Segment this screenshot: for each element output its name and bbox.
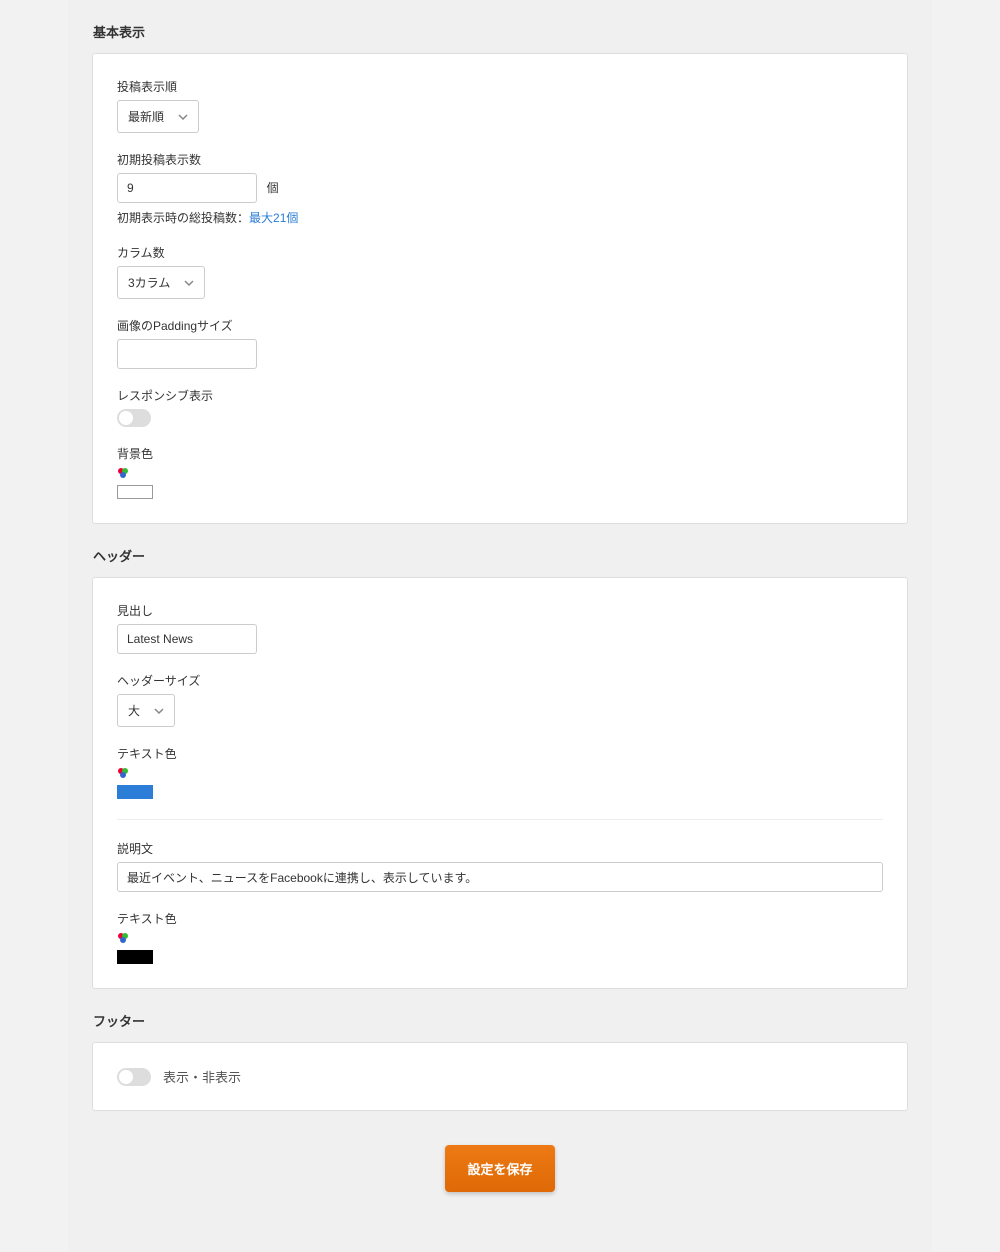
color-picker-icon[interactable] bbox=[117, 467, 129, 479]
initial-count-unit: 個 bbox=[267, 181, 279, 195]
footer-visibility-toggle[interactable] bbox=[117, 1068, 151, 1086]
field-footer-visibility: 表示・非表示 bbox=[117, 1067, 883, 1086]
color-picker-icon[interactable] bbox=[117, 767, 129, 779]
field-header-size: ヘッダーサイズ 大 bbox=[117, 672, 883, 727]
post-order-select[interactable]: 最新順 bbox=[117, 100, 199, 133]
section-title-basic: 基本表示 bbox=[68, 0, 932, 53]
section-box-header: 見出し ヘッダーサイズ 大 テキスト色 bbox=[92, 577, 908, 989]
initial-count-label: 初期投稿表示数 bbox=[117, 151, 883, 168]
bg-color-label: 背景色 bbox=[117, 445, 883, 462]
field-padding: 画像のPaddingサイズ bbox=[117, 317, 883, 369]
post-order-value: 最新順 bbox=[128, 108, 164, 125]
field-heading: 見出し bbox=[117, 602, 883, 654]
field-header-text-color: テキスト色 bbox=[117, 745, 883, 799]
chevron-down-icon bbox=[184, 280, 194, 286]
header-size-label: ヘッダーサイズ bbox=[117, 672, 883, 689]
header-size-value: 大 bbox=[128, 702, 140, 719]
responsive-label: レスポンシブ表示 bbox=[117, 387, 883, 404]
section-title-footer: フッター bbox=[68, 989, 932, 1042]
footer-visibility-label: 表示・非表示 bbox=[163, 1067, 241, 1086]
field-bg-color: 背景色 bbox=[117, 445, 883, 499]
field-responsive: レスポンシブ表示 bbox=[117, 387, 883, 427]
section-title-header: ヘッダー bbox=[68, 524, 932, 577]
columns-label: カラム数 bbox=[117, 244, 883, 261]
field-columns: カラム数 3カラム bbox=[117, 244, 883, 299]
header-size-select[interactable]: 大 bbox=[117, 694, 175, 727]
divider bbox=[117, 819, 883, 820]
chevron-down-icon bbox=[154, 708, 164, 714]
field-post-order: 投稿表示順 最新順 bbox=[117, 78, 883, 133]
section-footer: フッター 表示・非表示 bbox=[68, 989, 932, 1111]
bg-color-swatch[interactable] bbox=[117, 485, 153, 499]
save-button[interactable]: 設定を保存 bbox=[445, 1145, 554, 1192]
field-desc-text-color: テキスト色 bbox=[117, 910, 883, 964]
heading-label: 見出し bbox=[117, 602, 883, 619]
initial-count-helper-link[interactable]: 最大21個 bbox=[249, 211, 298, 225]
padding-label: 画像のPaddingサイズ bbox=[117, 317, 883, 334]
toggle-knob bbox=[119, 411, 133, 425]
columns-value: 3カラム bbox=[128, 274, 170, 291]
header-text-color-swatch[interactable] bbox=[117, 785, 153, 799]
desc-text-color-swatch[interactable] bbox=[117, 950, 153, 964]
section-basic: 基本表示 投稿表示順 最新順 初期投稿表示数 個 初期表示時の総投稿数：最大21… bbox=[68, 0, 932, 524]
initial-count-helper-prefix: 初期表示時の総投稿数： bbox=[117, 211, 249, 225]
section-box-footer: 表示・非表示 bbox=[92, 1042, 908, 1111]
heading-input[interactable] bbox=[117, 624, 257, 654]
desc-text-color-label: テキスト色 bbox=[117, 910, 883, 927]
field-description: 説明文 bbox=[117, 840, 883, 892]
initial-count-input[interactable] bbox=[117, 173, 257, 203]
responsive-toggle[interactable] bbox=[117, 409, 151, 427]
toggle-knob bbox=[119, 1070, 133, 1084]
section-header: ヘッダー 見出し ヘッダーサイズ 大 テキスト色 bbox=[68, 524, 932, 989]
header-text-color-label: テキスト色 bbox=[117, 745, 883, 762]
color-picker-icon[interactable] bbox=[117, 932, 129, 944]
section-box-basic: 投稿表示順 最新順 初期投稿表示数 個 初期表示時の総投稿数：最大21個 カラム bbox=[92, 53, 908, 524]
initial-count-helper: 初期表示時の総投稿数：最大21個 bbox=[117, 209, 883, 226]
chevron-down-icon bbox=[178, 114, 188, 120]
columns-select[interactable]: 3カラム bbox=[117, 266, 205, 299]
description-label: 説明文 bbox=[117, 840, 883, 857]
field-initial-count: 初期投稿表示数 個 初期表示時の総投稿数：最大21個 bbox=[117, 151, 883, 226]
post-order-label: 投稿表示順 bbox=[117, 78, 883, 95]
save-area: 設定を保存 bbox=[68, 1111, 932, 1192]
description-input[interactable] bbox=[117, 862, 883, 892]
padding-input[interactable] bbox=[117, 339, 257, 369]
